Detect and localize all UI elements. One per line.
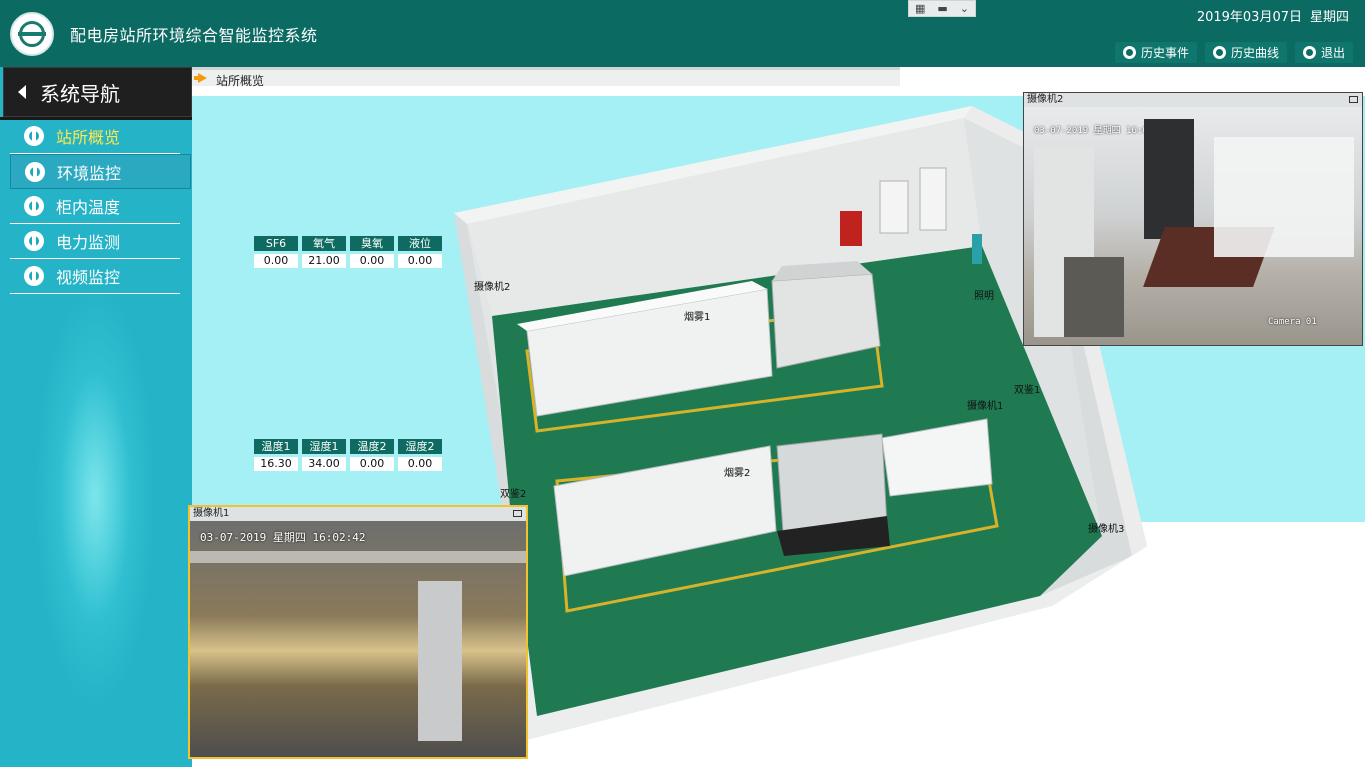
sensor-value: 16.30 — [254, 457, 298, 471]
camera3-label[interactable]: 摄像机3 — [1088, 520, 1124, 535]
logout-button[interactable]: 退出 — [1294, 42, 1353, 63]
sidebar-item-power[interactable]: 电力监测 — [10, 224, 180, 259]
sensor-col: 湿度2 0.00 — [398, 439, 442, 471]
window-icon[interactable] — [513, 510, 522, 517]
app-header: 配电房站所环境综合智能监控系统 ▦ ▬ ⌄ 2019年03月07日 星期四 历史事… — [0, 0, 1365, 67]
sensor-col: 液位 0.00 — [398, 236, 442, 268]
ball-icon — [25, 161, 45, 182]
chevron-down-icon[interactable]: ⌄ — [960, 2, 969, 15]
camera2-feed[interactable]: 03-07-2019 星期四 16:02:41 Camera 01 — [1024, 107, 1362, 345]
dual2-label[interactable]: 双鉴2 — [500, 485, 526, 500]
camera2-osd-name: Camera 01 — [1268, 317, 1317, 327]
transformer-model — [1064, 257, 1124, 337]
camera1-title: 摄像机1 — [193, 508, 230, 519]
sensor-col: 氧气 21.00 — [302, 236, 346, 268]
server-rack — [1144, 119, 1194, 239]
history-curves-button[interactable]: 历史曲线 — [1204, 42, 1287, 63]
sensor-value: 0.00 — [254, 254, 298, 268]
camera1-osd-time: 03-07-2019 星期四 16:02:42 — [200, 531, 366, 544]
sensor-header: 湿度2 — [398, 439, 442, 454]
sensor-col: 温度1 16.30 — [254, 439, 298, 471]
sensor-header: SF6 — [254, 236, 298, 251]
sidebar-item-label: 柜内温度 — [56, 198, 121, 217]
sensor-value: 0.00 — [398, 457, 442, 471]
sensor-value: 0.00 — [398, 254, 442, 268]
minimize-icon[interactable]: ▬ — [937, 2, 947, 15]
sidebar: 系统导航 站所概览 环境监控 柜内温度 电力监测 视频监控 — [0, 67, 192, 767]
ball-icon — [1302, 46, 1316, 59]
camera2-title-bar: 摄像机2 — [1024, 93, 1362, 107]
logo — [10, 12, 54, 56]
arrow-right-icon — [198, 73, 207, 83]
history-events-button[interactable]: 历史事件 — [1114, 42, 1197, 63]
sidebar-item-label: 站所概览 — [56, 128, 121, 147]
wall-board — [1214, 137, 1354, 257]
camera1-panel[interactable]: 摄像机1 03-07-2019 星期四 16:02:42 — [188, 505, 528, 759]
sensor-col: 臭氧 0.00 — [350, 236, 394, 268]
ball-icon — [1212, 46, 1226, 59]
sidebar-item-environment[interactable]: 环境监控 — [10, 154, 191, 189]
sidebar-item-label: 电力监测 — [56, 233, 121, 252]
nav-list: 站所概览 环境监控 柜内温度 电力监测 视频监控 — [10, 119, 191, 294]
datetime: 2019年03月07日 星期四 — [1189, 6, 1349, 25]
sensor-header: 液位 — [398, 236, 442, 251]
camera2-title: 摄像机2 — [1027, 94, 1064, 105]
camera1-label[interactable]: 摄像机1 — [967, 397, 1003, 412]
smoke1-label[interactable]: 烟雾1 — [684, 308, 710, 323]
logout-label: 退出 — [1320, 46, 1345, 60]
sensor-header: 温度1 — [254, 439, 298, 454]
top-nav: 历史事件 历史曲线 退出 — [1114, 42, 1353, 63]
wall-column — [418, 581, 462, 741]
ball-icon — [1122, 46, 1136, 59]
sensor-header: 湿度1 — [302, 439, 346, 454]
sensor-col: SF6 0.00 — [254, 236, 298, 268]
camera2-label[interactable]: 摄像机2 — [474, 278, 510, 293]
dual1-label[interactable]: 双鉴1 — [1014, 381, 1040, 396]
collapse-arrow-icon[interactable] — [18, 85, 26, 99]
sensor-header: 氧气 — [302, 236, 346, 251]
sidebar-item-video[interactable]: 视频监控 — [10, 259, 180, 294]
sensor-header: 温度2 — [350, 439, 394, 454]
weekday-text: 星期四 — [1309, 10, 1349, 25]
window-controls[interactable]: ▦ ▬ ⌄ — [908, 0, 976, 17]
ceiling-light — [190, 551, 526, 563]
sensor-col: 温度2 0.00 — [350, 439, 394, 471]
sensor-value: 21.00 — [302, 254, 346, 268]
sidebar-item-overview[interactable]: 站所概览 — [10, 119, 180, 154]
gas-sensor-table: SF6 0.00 氧气 21.00 臭氧 0.00 液位 0.00 — [254, 236, 442, 268]
ball-icon — [24, 196, 44, 216]
sidebar-item-label: 视频监控 — [56, 268, 121, 287]
ball-icon — [24, 231, 44, 251]
sensor-col: 湿度1 34.00 — [302, 439, 346, 471]
air-conditioner — [879, 180, 909, 234]
breadcrumb: 站所概览 — [192, 67, 900, 88]
smoke2-label[interactable]: 烟雾2 — [724, 464, 750, 479]
camera1-feed[interactable]: 03-07-2019 星期四 16:02:42 — [190, 521, 526, 757]
humidity-sensor-table: 温度1 16.30 湿度1 34.00 温度2 0.00 湿度2 0.00 — [254, 439, 442, 471]
sidebar-item-label: 环境监控 — [57, 163, 122, 183]
light-label[interactable]: 照明 — [974, 287, 994, 302]
ball-icon — [24, 266, 44, 286]
restore-icon[interactable]: ▦ — [915, 2, 925, 15]
history-events-label: 历史事件 — [1140, 46, 1189, 60]
wall-panel — [972, 234, 982, 264]
sensor-value: 0.00 — [350, 457, 394, 471]
date-text: 2019年03月07日 — [1196, 10, 1302, 25]
window-icon[interactable] — [1349, 96, 1358, 103]
camera1-title-bar: 摄像机1 — [190, 507, 526, 521]
sidebar-title: 系统导航 — [40, 81, 120, 106]
sidebar-header[interactable]: 系统导航 — [3, 67, 192, 117]
sidebar-item-cabinet-temp[interactable]: 柜内温度 — [10, 189, 180, 224]
sensor-header: 臭氧 — [350, 236, 394, 251]
sensor-value: 0.00 — [350, 254, 394, 268]
app-title: 配电房站所环境综合智能监控系统 — [70, 26, 318, 45]
red-cabinet — [840, 211, 862, 246]
air-conditioner — [919, 167, 947, 231]
history-curves-label: 历史曲线 — [1230, 46, 1279, 60]
sensor-value: 34.00 — [302, 457, 346, 471]
ball-icon — [24, 126, 44, 146]
camera2-panel[interactable]: 摄像机2 03-07-2019 星期四 16:02:41 Camera 01 — [1023, 92, 1363, 346]
